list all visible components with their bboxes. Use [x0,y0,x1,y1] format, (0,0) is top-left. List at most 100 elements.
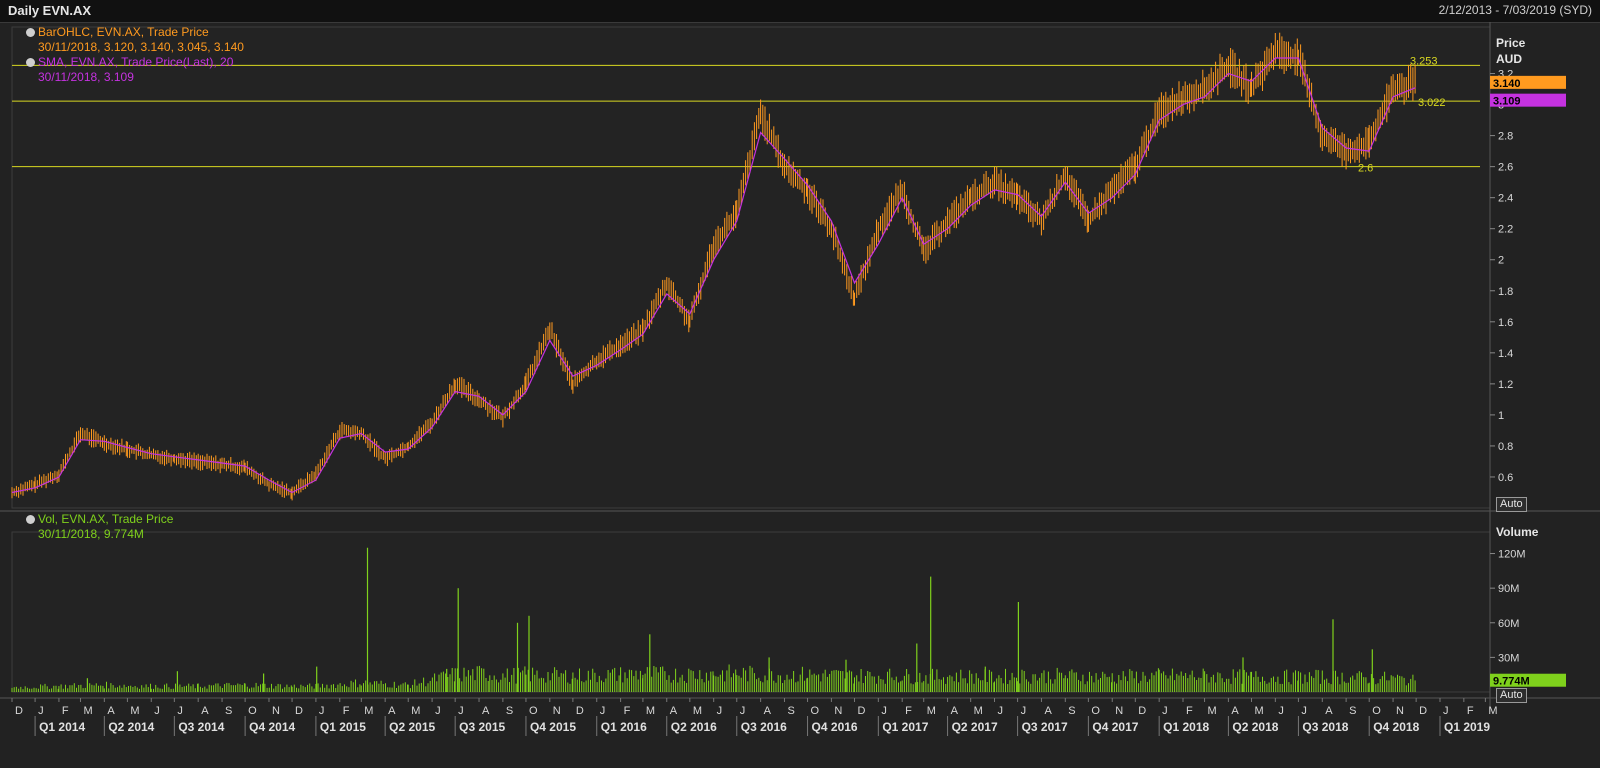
quarter-label: Q2 2018 [1232,720,1278,734]
month-label: A [388,705,396,717]
month-label: O [811,705,820,717]
month-label: M [1488,705,1497,717]
month-label: A [670,705,678,717]
price-axis-unit: AUD [1496,52,1522,66]
month-label: F [62,705,69,717]
month-label: J [740,705,746,717]
volume-tick-label: 30M [1498,652,1519,664]
month-label: A [1325,705,1333,717]
month-label: J [998,705,1004,717]
price-tick-label: 2.6 [1498,162,1513,174]
month-label: O [1372,705,1381,717]
quarter-label: Q1 2017 [882,720,928,734]
price-tick-label: 2.8 [1498,131,1513,143]
month-label: N [1396,705,1404,717]
month-label: F [905,705,912,717]
month-label: J [1301,705,1307,717]
month-label: J [38,705,44,717]
month-label: M [130,705,139,717]
month-label: J [1021,705,1027,717]
month-label: F [624,705,631,717]
month-label: J [717,705,723,717]
quarter-label: Q2 2017 [952,720,998,734]
price-tick-label: 2 [1498,255,1504,267]
last-volume-badge-label: 9.774M [1493,676,1530,688]
quarter-label: Q3 2017 [1022,720,1068,734]
month-label: F [1467,705,1474,717]
volume-tick-label: 120M [1498,549,1526,561]
ohlc-legend-name: BarOHLC, EVN.AX, Trade Price [38,25,209,39]
sma-legend[interactable]: SMA, EVN.AX, Trade Price(Last), 20 30/11… [26,55,233,85]
volume-tick-label: 60M [1498,618,1519,630]
volume-pane [11,531,1491,693]
volume-axis-title: Volume [1496,525,1539,539]
price-tick-label: 2.2 [1498,224,1513,236]
month-label: M [1208,705,1217,717]
ohlc-legend-values: 30/11/2018, 3.120, 3.140, 3.045, 3.140 [38,40,244,54]
month-label: N [1115,705,1123,717]
month-label: S [1349,705,1356,717]
quarter-label: Q2 2015 [389,720,435,734]
month-label: J [600,705,606,717]
reference-line-label: 2.6 [1358,163,1373,175]
month-label: J [458,705,464,717]
vol-legend-values: 30/11/2018, 9.774M [38,527,144,541]
month-label: D [15,705,23,717]
volume-auto-button[interactable]: Auto [1496,688,1527,703]
quarter-label: Q2 2014 [108,720,154,734]
month-label: A [764,705,772,717]
month-label: N [272,705,280,717]
month-label: M [693,705,702,717]
date-range: 2/12/2013 - 7/03/2019 (SYD) [1438,3,1592,17]
month-label: S [225,705,232,717]
month-label: D [1419,705,1427,717]
price-tick-label: 0.8 [1498,441,1513,453]
price-axis-title: Price [1496,36,1526,50]
price-auto-button[interactable]: Auto [1496,497,1527,512]
quarter-label: Q3 2015 [459,720,505,734]
legend-toggle-icon[interactable] [26,515,35,525]
month-label: J [1278,705,1284,717]
month-label: M [83,705,92,717]
month-label: J [1443,705,1449,717]
month-label: N [553,705,561,717]
month-label: O [1091,705,1100,717]
quarter-label: Q1 2018 [1163,720,1209,734]
quarter-label: Q4 2014 [249,720,295,734]
legend-toggle-icon[interactable] [26,28,35,38]
legend-toggle-icon[interactable] [26,58,35,68]
quarter-label: Q1 2016 [601,720,647,734]
quarter-label: Q1 2014 [39,720,85,734]
month-label: M [364,705,373,717]
month-label: O [248,705,257,717]
month-label: A [107,705,115,717]
price-tick-label: 1.8 [1498,286,1513,298]
quarter-label: Q4 2015 [530,720,576,734]
reference-line-label: 3.022 [1418,97,1446,109]
quarter-label: Q2 2016 [671,720,717,734]
chart-window: Daily EVN.AX 2/12/2013 - 7/03/2019 (SYD)… [0,0,1600,768]
volume-tick-label: 90M [1498,583,1519,595]
month-label: A [201,705,209,717]
month-label: N [834,705,842,717]
month-label: D [576,705,584,717]
month-label: S [1068,705,1075,717]
month-label: J [435,705,441,717]
month-label: J [154,705,160,717]
quarter-label: Q4 2017 [1092,720,1138,734]
month-label: D [295,705,303,717]
month-label: O [529,705,538,717]
ohlc-legend[interactable]: BarOHLC, EVN.AX, Trade Price 30/11/2018,… [26,25,244,55]
vol-legend[interactable]: Vol, EVN.AX, Trade Price 30/11/2018, 9.7… [26,512,173,542]
price-tick-label: 1.4 [1498,348,1513,360]
quarter-label: Q3 2014 [178,720,224,734]
month-label: S [787,705,794,717]
last-price-badge-label: 3.140 [1493,78,1521,90]
month-label: J [319,705,325,717]
sma-legend-values: 30/11/2018, 3.109 [38,70,134,84]
sma-legend-name: SMA, EVN.AX, Trade Price(Last), 20 [38,55,234,69]
month-label: M [1254,705,1263,717]
price-volume-chart[interactable]: 0.60.811.21.41.61.822.22.42.62.833.230M6… [0,22,1600,768]
price-pane [11,26,1491,509]
last-sma-badge-label: 3.109 [1493,96,1521,108]
